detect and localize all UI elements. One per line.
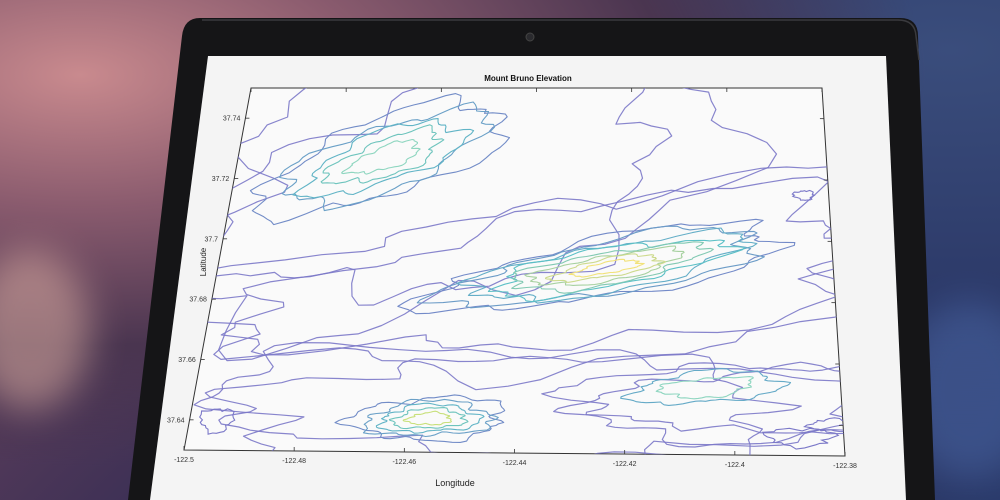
x-tick-label: -122.42	[613, 461, 637, 468]
y-tick-label: 37.64	[167, 417, 185, 424]
webcam-icon	[525, 32, 535, 42]
y-tick-label: 37.66	[178, 357, 196, 364]
laptop-scene: Mount Bruno Elevation -122.5 -122.48 -122.…	[128, 18, 935, 500]
y-tick-label: 37.72	[212, 176, 230, 183]
x-tick-label: -122.44	[503, 460, 527, 467]
y-tick-label: 37.7	[204, 236, 218, 243]
x-tick-label: -122.4	[725, 462, 745, 469]
y-tick-label: 37.74	[223, 116, 241, 123]
chart-title: Mount Bruno Elevation	[484, 74, 572, 83]
y-axis-label: Latitude	[199, 247, 208, 276]
x-tick-label: -122.5	[174, 457, 194, 464]
x-tick-label: -122.46	[392, 459, 416, 466]
x-axis-label: Longitude	[435, 478, 475, 488]
x-tick-label: -122.38	[833, 463, 857, 470]
y-tick-label: 37.68	[189, 297, 207, 304]
x-tick-label: -122.48	[282, 458, 306, 465]
